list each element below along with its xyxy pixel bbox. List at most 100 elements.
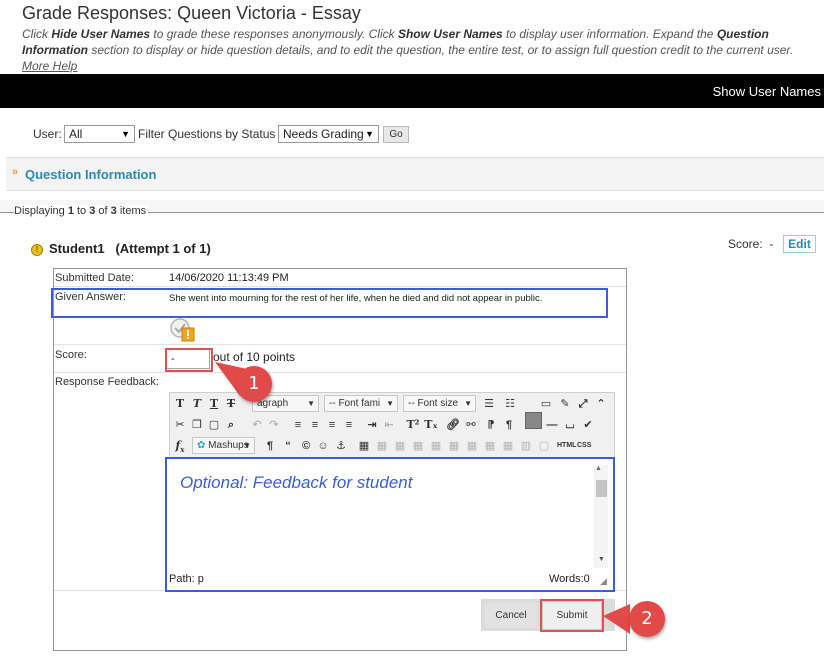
instructions-text: to display user information. Expand the xyxy=(502,27,717,41)
instructions-text: Click xyxy=(22,27,52,41)
delete-row-icon[interactable]: ▦ xyxy=(464,438,480,454)
callout-one: 1 xyxy=(236,366,272,402)
row-divider xyxy=(54,286,626,287)
insert-col-after-icon[interactable]: ▦ xyxy=(500,438,516,454)
chevron-down-icon: ▼ xyxy=(464,399,472,408)
cut-icon[interactable]: ✂ xyxy=(172,417,188,433)
student-name: Student1 xyxy=(49,241,105,256)
merge-cells-icon[interactable]: ▢ xyxy=(536,438,552,454)
user-select-value: All xyxy=(69,127,83,141)
find-icon[interactable]: ⌕ xyxy=(223,417,239,433)
chevron-down-icon: ▼ xyxy=(243,441,251,450)
instructions-hide-term: Hide User Names xyxy=(51,27,151,41)
copy-icon[interactable]: ❐ xyxy=(189,417,205,433)
attempt-info: (Attempt 1 of 1) xyxy=(115,241,211,256)
pagination-suffix: items xyxy=(116,205,147,217)
undo-icon[interactable]: ↶ xyxy=(249,417,265,433)
bold-icon[interactable]: T xyxy=(172,396,188,412)
rtl-icon[interactable]: ¶ xyxy=(501,417,517,433)
score-input-highlight xyxy=(165,348,213,372)
delete-col-icon[interactable]: ▥ xyxy=(518,438,534,454)
response-feedback-label: Response Feedback: xyxy=(55,376,159,388)
font-size-select[interactable]: -- Font size ▼ xyxy=(403,395,476,412)
ltr-icon[interactable]: ⁋ xyxy=(483,417,499,433)
submitted-date-value: 14/06/2020 11:13:49 PM xyxy=(169,272,289,284)
table-icon[interactable]: ▦ xyxy=(356,438,372,454)
bullet-list-icon[interactable]: ☰ xyxy=(481,396,497,412)
align-justify-icon[interactable]: ≡ xyxy=(341,417,357,433)
user-filter-label: User: xyxy=(33,127,62,141)
edit-score-button[interactable]: Edit xyxy=(783,235,816,253)
font-family-select-value: -- Font fami xyxy=(329,398,381,409)
unlink-icon[interactable]: ⚯ xyxy=(463,417,479,433)
expand-chevron-icon[interactable]: » xyxy=(12,166,18,178)
page-title: Grade Responses: Queen Victoria - Essay xyxy=(22,3,361,23)
instructions-text: section to display or hide question deta… xyxy=(88,43,794,57)
insert-row-after-icon[interactable]: ▦ xyxy=(446,438,462,454)
feedback-editor-highlight xyxy=(165,457,615,592)
redo-icon[interactable]: ↷ xyxy=(266,417,282,433)
align-center-icon[interactable]: ≡ xyxy=(307,417,323,433)
table-props-icon[interactable]: ▦ xyxy=(374,438,390,454)
row-divider xyxy=(54,344,626,345)
emoticon-icon[interactable]: ☺ xyxy=(315,438,331,454)
clear-format-icon[interactable]: ⌴ xyxy=(562,417,578,433)
html-source-icon[interactable]: HTML xyxy=(557,438,576,454)
preview-icon[interactable]: ▭ xyxy=(538,396,554,412)
css-icon[interactable]: CSS xyxy=(577,438,591,454)
align-left-icon[interactable]: ≡ xyxy=(290,417,306,433)
blockquote-icon[interactable]: “ xyxy=(280,438,296,454)
submitted-date-label: Submitted Date: xyxy=(55,272,134,284)
mashups-icon: ✿ xyxy=(197,440,206,451)
subscript-icon[interactable]: Tₓ xyxy=(423,417,439,433)
student-heading: Student1 (Attempt 1 of 1) xyxy=(49,241,211,256)
show-user-names-button[interactable]: Show User Names xyxy=(713,84,821,99)
action-bar xyxy=(0,74,824,108)
student-score: Score: - xyxy=(728,237,773,251)
more-help-link[interactable]: More Help xyxy=(22,59,77,73)
row-props-icon[interactable]: ▦ xyxy=(392,438,408,454)
font-family-select[interactable]: -- Font fami ▼ xyxy=(324,395,398,412)
anchor-icon[interactable]: ⚓ xyxy=(333,438,349,454)
paragraph-mark-icon[interactable]: ¶ xyxy=(262,438,278,454)
cell-props-icon[interactable]: ▦ xyxy=(410,438,426,454)
horizontal-rule-icon[interactable]: — xyxy=(544,417,560,433)
superscript-icon[interactable]: T² xyxy=(405,417,421,433)
student-score-label: Score: xyxy=(728,237,763,251)
insert-row-before-icon[interactable]: ▦ xyxy=(428,438,444,454)
fullscreen-icon[interactable]: ⤢ xyxy=(575,396,591,412)
align-right-icon[interactable]: ≡ xyxy=(324,417,340,433)
pagination-to-word: to xyxy=(73,205,90,217)
numbered-list-icon[interactable]: ☷ xyxy=(502,396,518,412)
score-label: Score: xyxy=(55,349,87,361)
attachment-warning-icon[interactable] xyxy=(169,317,195,342)
spellcheck-icon[interactable]: ✔ xyxy=(580,417,596,433)
pagination-text: Displaying 1 to 3 of 3 items xyxy=(14,205,149,217)
cancel-button[interactable]: Cancel xyxy=(485,603,537,628)
submit-button-highlight xyxy=(540,599,604,632)
needs-grading-icon: ! xyxy=(31,244,43,256)
user-select[interactable]: All ▼ xyxy=(64,125,135,143)
status-filter-label: Filter Questions by Status xyxy=(138,127,276,141)
chevron-down-icon: ▼ xyxy=(307,399,315,408)
status-select-value: Needs Grading xyxy=(283,127,364,141)
text-color-swatch[interactable] xyxy=(525,412,542,429)
question-info-toggle[interactable]: Question Information xyxy=(25,167,156,182)
math-formula-icon[interactable]: fx xyxy=(172,438,188,454)
paste-icon[interactable]: ▢ xyxy=(206,417,222,433)
outdent-icon[interactable]: ⇤ xyxy=(381,417,397,433)
pagination-prefix: Displaying xyxy=(14,205,68,217)
go-button[interactable]: Go xyxy=(383,126,409,143)
student-score-value: - xyxy=(769,237,774,251)
given-answer-highlight xyxy=(51,288,608,318)
collapse-toolbar-icon[interactable]: ⌃ xyxy=(593,396,609,412)
link-icon[interactable]: 🔗︎ xyxy=(445,417,461,433)
copyright-icon[interactable]: © xyxy=(298,438,314,454)
spellcheck-pen-icon[interactable]: ✎ xyxy=(557,396,573,412)
indent-icon[interactable]: ⇥ xyxy=(364,417,380,433)
italic-icon[interactable]: T xyxy=(189,396,205,412)
mashups-select[interactable]: ✿ Mashups ▼ xyxy=(192,437,255,454)
insert-col-before-icon[interactable]: ▦ xyxy=(482,438,498,454)
chevron-down-icon: ▼ xyxy=(121,129,130,139)
status-select[interactable]: Needs Grading ▼ xyxy=(278,125,379,143)
